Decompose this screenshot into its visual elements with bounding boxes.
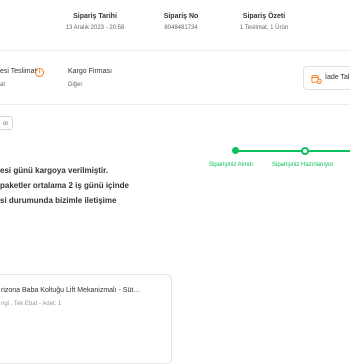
order-summary-header: Sipariş Tarihi 13 Aralık 2023 - 20:58 Si…: [0, 0, 350, 44]
order-summary-column: Sipariş Özeti 1 Teslimat, 1 Ürün: [209, 12, 319, 33]
tracker-step-preparing-label: Siparişiniz Hazırlanıyor: [272, 162, 334, 168]
product-card[interactable]: rizona Baba Koltuğu Lift Mekanizmalı - S…: [0, 274, 172, 364]
shipping-message-line-1: esi günü kargoya verilmiştir.: [0, 166, 109, 175]
cargo-company-label: Kargo Firması: [68, 68, 112, 75]
delivery-divider: [0, 104, 350, 105]
tracker-step-received-label: Siparişiniz Alındı: [209, 162, 254, 168]
tracker-line-1: [236, 150, 304, 152]
order-summary-value: 1 Teslimat, 1 Ürün: [239, 25, 289, 31]
delivery-type-label: esi Teslimat: [0, 68, 37, 75]
tracker-step-preparing-dot: [301, 147, 309, 155]
tracker-step-received-dot: [232, 147, 239, 154]
return-request-button[interactable]: İade Tal: [303, 66, 350, 90]
tracker-line-2: [304, 150, 350, 152]
shipping-message-line-3: si durumunda bizimle iletişime: [0, 196, 117, 205]
header-divider: [0, 50, 350, 51]
cargo-company-value: Diğer: [68, 82, 83, 88]
return-box-icon: [311, 75, 322, 84]
delivery-type-sub: at: [0, 82, 6, 88]
shipping-message-line-2: paketler ortalama 2 iş günü içinde: [0, 181, 129, 190]
status-chip[interactable]: or: [0, 116, 14, 130]
info-icon[interactable]: i: [35, 68, 44, 77]
product-name[interactable]: rizona Baba Koltuğu Lift Mekanizmalı - S…: [1, 286, 140, 296]
product-meta: ngi , Tek Ebat - Adet: 1: [1, 301, 62, 307]
return-button-label: İade Tal: [325, 74, 350, 81]
order-summary-label: Sipariş Özeti: [242, 13, 286, 20]
